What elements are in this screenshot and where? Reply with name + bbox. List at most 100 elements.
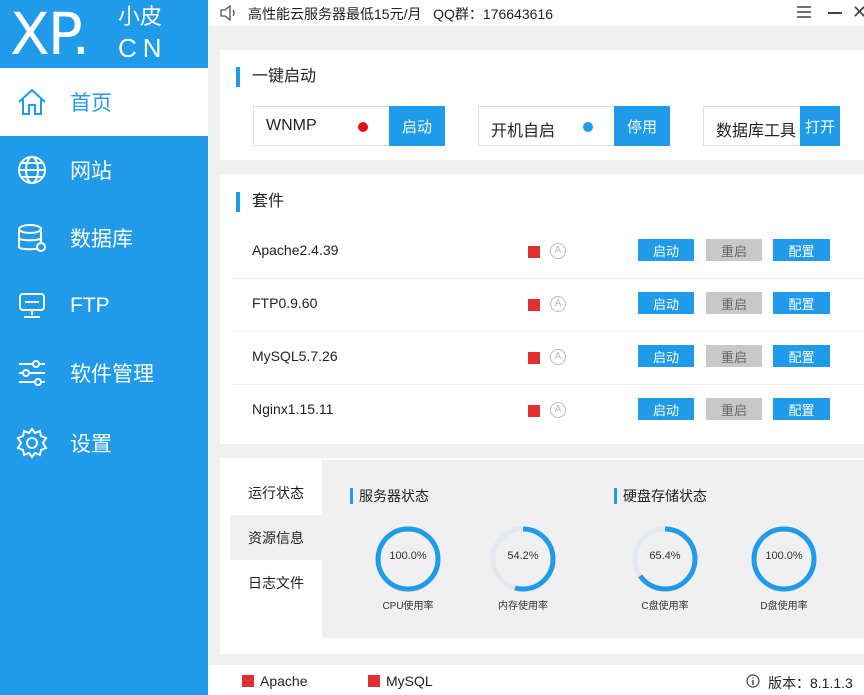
status-indicator [528, 246, 540, 258]
config-button[interactable]: 配置 [773, 292, 830, 314]
status-footer: Apache MySQL 版本：8.1.1.3 [208, 665, 864, 695]
gauge-value: 100.0% [389, 550, 427, 562]
sidebar-item-database[interactable]: 数据库 [0, 204, 208, 272]
speaker-icon [220, 5, 235, 21]
sidebar-item-label: FTP [70, 294, 110, 317]
autostart-box: 开机自启 停用 [478, 106, 670, 146]
tab-log-files[interactable]: 日志文件 [230, 560, 322, 605]
mysql-status-label: MySQL [386, 673, 433, 689]
sidebar: XP. 小皮 CN 首页 网站 数据库 FTP 软件管理 设置 [0, 0, 208, 695]
tab-resource-info[interactable]: 资源信息 [230, 515, 322, 560]
config-button[interactable]: 配置 [773, 239, 830, 261]
table-row: FTP0.9.60 A 启动 重启 配置 [232, 279, 864, 332]
apache-status-indicator [242, 675, 254, 687]
tab-running-status[interactable]: 运行状态 [230, 470, 322, 515]
disk-status-title: 硬盘存储状态 [614, 488, 707, 504]
auto-icon: A [550, 402, 566, 418]
start-button[interactable]: 启动 [638, 398, 694, 420]
sidebar-item-software[interactable]: 软件管理 [0, 340, 208, 406]
wnmp-start-button[interactable]: 启动 [389, 106, 445, 146]
wnmp-label: WNMP [266, 117, 317, 134]
dbtool-box: 数据库工具 打开 [703, 106, 840, 146]
sidebar-item-label: 数据库 [70, 228, 133, 251]
sidebar-item-label: 首页 [70, 92, 112, 115]
gauge-value: 100.0% [765, 550, 803, 562]
home-icon [18, 88, 46, 115]
auto-icon: A [550, 243, 566, 259]
server-status-title: 服务器状态 [350, 488, 429, 504]
sidebar-item-label: 设置 [70, 433, 112, 456]
table-row: Nginx1.15.11 A 启动 重启 配置 [232, 385, 864, 438]
wnmp-status-dot [358, 122, 368, 132]
autostart-disable-button[interactable]: 停用 [614, 106, 670, 146]
tab-label: 运行状态 [248, 484, 304, 501]
cpu-gauge: 100.0% [373, 524, 443, 594]
logo-text: XP. [10, 0, 90, 68]
sliders-icon [19, 360, 45, 386]
promo-message: 高性能云服务器最低15元/月 QQ群：176643616 [248, 6, 553, 22]
gauge-label: 内存使用率 [498, 601, 548, 612]
autostart-status-dot [583, 122, 593, 132]
start-button[interactable]: 启动 [638, 239, 694, 261]
status-indicator [528, 405, 540, 417]
sidebar-item-home[interactable]: 首页 [0, 68, 208, 136]
top-bar: 高性能云服务器最低15元/月 QQ群：176643616 ✕ [208, 0, 864, 26]
status-content: 服务器状态 硬盘存储状态 100.0% CPU使用率 54.2% 内存使用率 6… [322, 460, 864, 638]
section-title: 套件 [236, 192, 284, 212]
minimize-icon[interactable] [828, 12, 842, 14]
sidebar-nav: 首页 网站 数据库 FTP 软件管理 设置 [0, 68, 208, 480]
wnmp-box: WNMP 启动 [253, 106, 445, 146]
memory-gauge: 54.2% [488, 524, 558, 594]
start-button[interactable]: 启动 [638, 345, 694, 367]
package-name: FTP0.9.60 [252, 295, 318, 311]
version-label: 版本：8.1.1.3 [768, 675, 853, 691]
d-drive-gauge: 100.0% [749, 524, 819, 594]
section-title: 一键启动 [236, 67, 316, 87]
table-row: MySQL5.7.26 A 启动 重启 配置 [232, 332, 864, 385]
sidebar-item-settings[interactable]: 设置 [0, 406, 208, 480]
table-row: Apache2.4.39 A 启动 重启 配置 [232, 226, 864, 279]
auto-icon: A [550, 296, 566, 312]
restart-button[interactable]: 重启 [706, 345, 762, 367]
status-tabs: 运行状态 资源信息 日志文件 [230, 470, 322, 605]
dbtool-label: 数据库工具 [716, 123, 797, 140]
gauge-value: 54.2% [507, 550, 539, 562]
status-indicator [528, 352, 540, 364]
auto-icon: A [550, 349, 566, 365]
sidebar-item-website[interactable]: 网站 [0, 136, 208, 204]
gauge-label: CPU使用率 [382, 601, 434, 612]
sidebar-item-ftp[interactable]: FTP [0, 272, 208, 340]
gauge-value: 65.4% [649, 550, 681, 562]
gear-icon [16, 427, 48, 459]
close-icon[interactable]: ✕ [852, 2, 864, 22]
package-name: Apache2.4.39 [252, 242, 339, 258]
restart-button[interactable]: 重启 [706, 292, 762, 314]
gauge-label: C盘使用率 [641, 601, 689, 612]
apache-status-label: Apache [260, 673, 308, 689]
start-button[interactable]: 启动 [638, 292, 694, 314]
gauge-label: D盘使用率 [760, 601, 808, 612]
sidebar-item-label: 网站 [70, 160, 112, 183]
restart-button[interactable]: 重启 [706, 239, 762, 261]
config-button[interactable]: 配置 [773, 398, 830, 420]
logo: XP. 小皮 CN [0, 0, 208, 68]
logo-subtitle: 小皮 [118, 4, 163, 29]
database-icon [18, 224, 46, 252]
logo-cn: CN [118, 33, 168, 63]
c-drive-gauge: 65.4% [630, 524, 700, 594]
dbtool-open-button[interactable]: 打开 [800, 106, 840, 146]
config-button[interactable]: 配置 [773, 345, 830, 367]
status-indicator [528, 299, 540, 311]
server-icon [19, 293, 45, 318]
package-name: Nginx1.15.11 [252, 401, 334, 417]
package-name: MySQL5.7.26 [252, 348, 338, 364]
autostart-label: 开机自启 [491, 123, 556, 140]
tab-label: 资源信息 [248, 529, 304, 546]
info-icon [746, 674, 760, 688]
mysql-status-indicator [368, 675, 380, 687]
sidebar-item-label: 软件管理 [70, 363, 154, 386]
tab-label: 日志文件 [248, 574, 304, 591]
restart-button[interactable]: 重启 [706, 398, 762, 420]
globe-icon [18, 156, 46, 184]
menu-icon[interactable] [796, 4, 812, 20]
